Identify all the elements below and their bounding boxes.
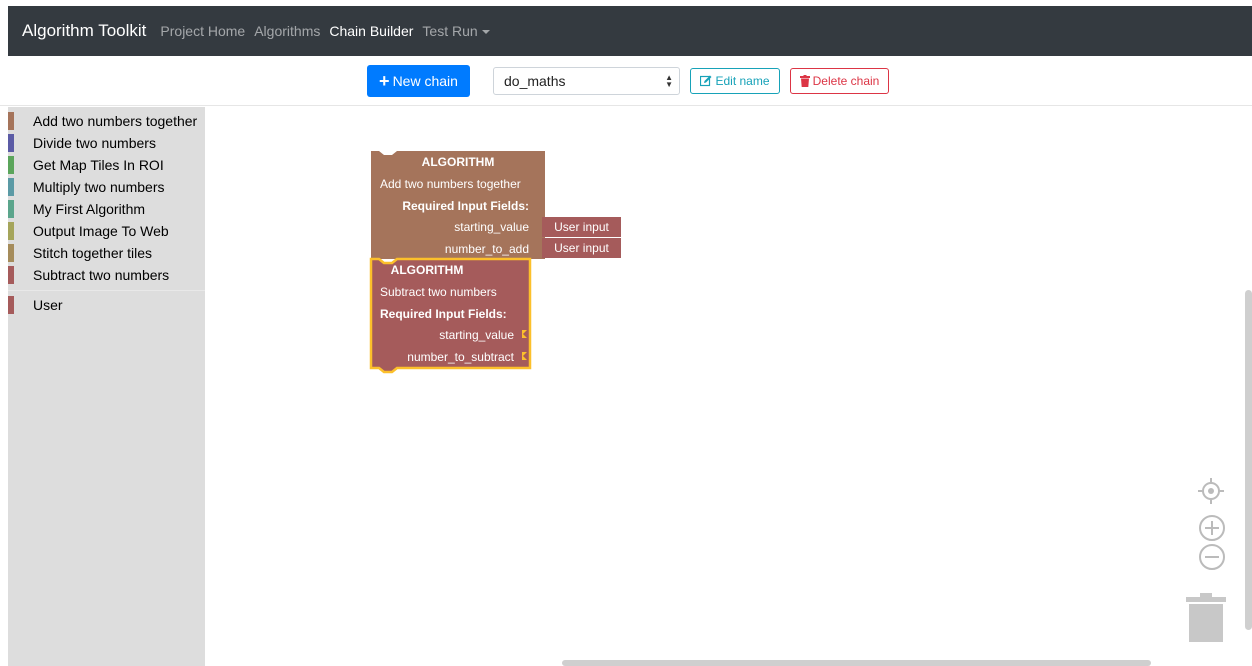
workspace-horizontal-scrollbar[interactable] [562,660,1151,666]
user-input-block[interactable]: User input [542,217,621,237]
block-field-number-to-add: number_to_add [444,242,529,256]
crosshair-icon[interactable] [1198,478,1224,504]
block-required-label: Required Input Fields: [380,307,507,321]
zoom-out-icon[interactable] [1198,543,1226,571]
block-canvas [369,151,545,374]
block-name: Add two numbers together [380,177,521,191]
block-field-starting-value: starting_value [439,328,514,342]
zoom-in-icon[interactable] [1198,514,1226,542]
block-field-starting-value: starting_value [454,220,529,234]
trashcan-icon[interactable] [1186,592,1226,642]
algorithm-block-add[interactable]: ALGORITHM Add two numbers together Requi… [371,151,545,259]
block-name: Subtract two numbers [380,285,497,299]
algorithm-block-subtract[interactable]: ALGORITHM Subtract two numbers Required … [371,259,530,368]
block-required-label: Required Input Fields: [402,199,529,213]
user-input-block[interactable]: User input [542,238,621,258]
workspace-vertical-scrollbar[interactable] [1245,290,1252,630]
block-field-number-to-subtract: number_to_subtract [407,350,514,364]
block-header: ALGORITHM [421,155,495,169]
block-header: ALGORITHM [390,263,464,277]
